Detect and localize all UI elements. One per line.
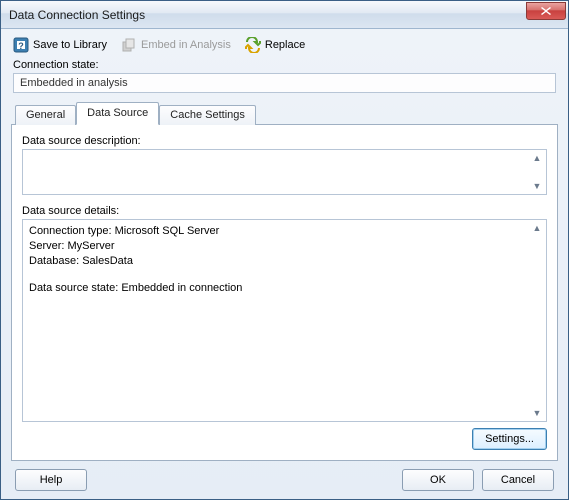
detail-line-server: Server: MyServer (29, 239, 524, 254)
detail-line-connection-type: Connection type: Microsoft SQL Server (29, 224, 524, 239)
embed-in-analysis-button: Embed in Analysis (121, 37, 231, 53)
tab-data-source[interactable]: Data Source (76, 102, 159, 125)
detail-line-state: Data source state: Embedded in connectio… (29, 281, 524, 296)
dialog-body: ? Save to Library Embed in Analysis (1, 29, 568, 499)
window-title: Data Connection Settings (9, 8, 526, 22)
help-button[interactable]: Help (15, 469, 87, 491)
tabstrip: General Data Source Cache Settings (11, 101, 558, 124)
detail-spacer (29, 269, 524, 281)
details-label: Data source details: (22, 205, 547, 217)
scroll-down-icon[interactable]: ▼ (530, 180, 544, 192)
save-to-library-label: Save to Library (33, 39, 107, 51)
save-to-library-icon: ? (13, 37, 29, 53)
replace-label: Replace (265, 39, 305, 51)
details-content: Connection type: Microsoft SQL Server Se… (29, 224, 540, 295)
scroll-up-icon[interactable]: ▲ (530, 222, 544, 234)
settings-button[interactable]: Settings... (472, 428, 547, 450)
embed-in-analysis-icon (121, 37, 137, 53)
svg-text:?: ? (18, 41, 24, 51)
ok-button[interactable]: OK (402, 469, 474, 491)
dialog-window: Data Connection Settings ? Save to Libra… (0, 0, 569, 500)
detail-line-database: Database: SalesData (29, 254, 524, 269)
replace-icon (245, 37, 261, 53)
scroll-up-icon[interactable]: ▲ (530, 152, 544, 164)
description-label: Data source description: (22, 135, 547, 147)
toolbar: ? Save to Library Embed in Analysis (9, 35, 560, 59)
details-textarea[interactable]: Connection type: Microsoft SQL Server Se… (22, 219, 547, 422)
dialog-footer: Help OK Cancel (9, 461, 560, 491)
save-to-library-button[interactable]: ? Save to Library (13, 37, 107, 53)
close-icon (541, 7, 551, 15)
tabpanel-data-source: Data source description: ▲ ▼ Data source… (11, 124, 558, 461)
tab-general[interactable]: General (15, 105, 76, 125)
settings-row: Settings... (22, 428, 547, 450)
connection-state-label: Connection state: (9, 59, 560, 73)
description-textarea[interactable]: ▲ ▼ (22, 149, 547, 195)
close-button[interactable] (526, 2, 566, 20)
embed-in-analysis-label: Embed in Analysis (141, 39, 231, 51)
tab-cache-settings[interactable]: Cache Settings (159, 105, 256, 125)
cancel-button[interactable]: Cancel (482, 469, 554, 491)
replace-button[interactable]: Replace (245, 37, 305, 53)
titlebar: Data Connection Settings (1, 1, 568, 29)
connection-state-value: Embedded in analysis (13, 73, 556, 93)
tabs-container: General Data Source Cache Settings Data … (11, 101, 558, 461)
scroll-down-icon[interactable]: ▼ (530, 407, 544, 419)
